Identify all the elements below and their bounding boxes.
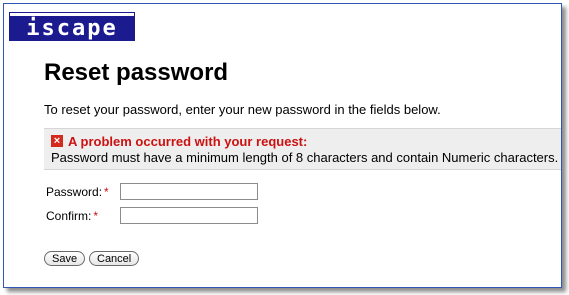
error-panel: × A problem occurred with your request: … [44,128,561,170]
password-label: Password: * [46,185,109,199]
error-message: Password must have a minimum length of 8… [51,150,559,165]
error-x-icon: × [51,135,63,147]
confirm-label-text: Confirm: [46,209,92,223]
cancel-button[interactable]: Cancel [89,251,140,266]
error-title: A problem occurred with your request: [68,134,308,149]
window-frame: iscape Reset password To reset your pass… [3,3,562,288]
page-title: Reset password [44,59,229,86]
confirm-field[interactable] [120,207,258,224]
password-label-text: Password: [46,185,103,199]
save-button[interactable]: Save [44,251,86,266]
password-field[interactable] [120,183,258,200]
intro-text: To reset your password, enter your new p… [44,102,441,117]
confirm-required-mark: * [93,209,99,223]
password-required-mark: * [104,185,109,199]
confirm-label: Confirm: * [46,209,98,223]
logo: iscape [9,12,135,41]
